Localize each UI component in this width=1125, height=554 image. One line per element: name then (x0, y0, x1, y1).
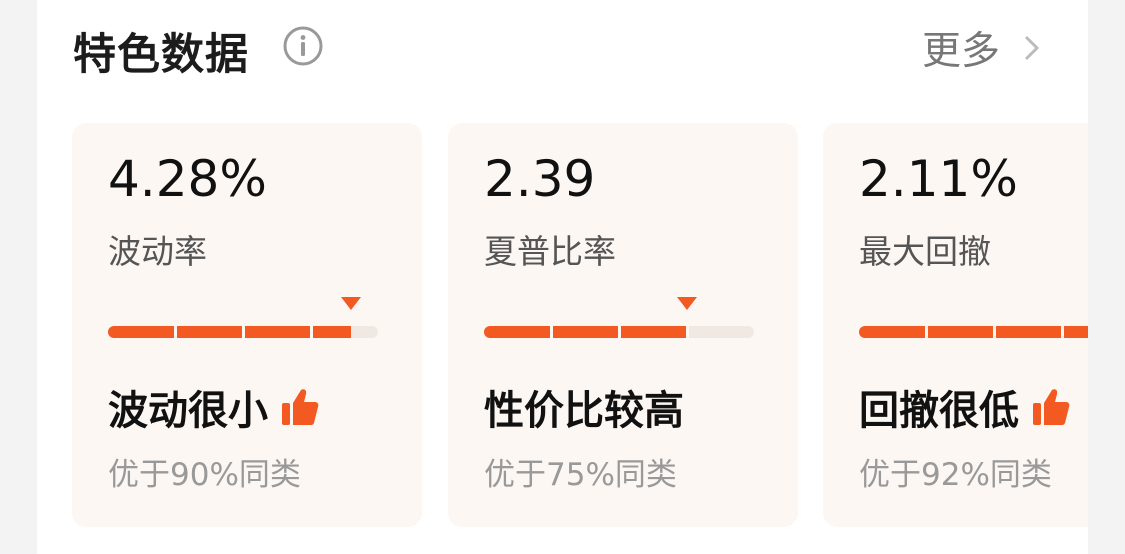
more-link[interactable]: 更多 (922, 20, 1042, 76)
verdict-text: 波动很小 (108, 388, 268, 434)
metric-label: 夏普比率 (484, 232, 616, 271)
peer-comparison: 优于75%同类 (484, 457, 677, 493)
peer-comparison: 优于90%同类 (108, 457, 301, 493)
percentile-marker-icon (341, 297, 361, 310)
percentile-bar-fill (484, 326, 687, 338)
percentile-bar (859, 326, 1088, 338)
more-label: 更多 (921, 29, 1000, 74)
metric-verdict: 波动很小 (108, 378, 320, 436)
metric-card-volatility[interactable]: 4.28% 波动率 波动很小 优于90%同类 (72, 123, 422, 527)
percentile-marker-icon (676, 297, 697, 310)
percentile-bar (108, 326, 378, 338)
feature-data-panel: 特色数据 更多 4.28% 波动率 波动很小 优于90%同类 2.39 夏普比率… (37, 0, 1088, 554)
metric-value: 2.11% (859, 150, 1018, 208)
thumbs-up-icon (1033, 389, 1070, 425)
info-icon[interactable] (282, 25, 324, 67)
metric-value: 2.39 (484, 150, 596, 208)
metric-label: 最大回撤 (859, 232, 991, 271)
percentile-bar-fill (108, 326, 351, 338)
percentile-bar-fill (859, 326, 1088, 338)
metric-card-sharpe[interactable]: 2.39 夏普比率 性价比较高 优于75%同类 (448, 123, 798, 527)
metric-label: 波动率 (108, 232, 207, 271)
verdict-text: 回撤很低 (859, 388, 1019, 434)
section-title: 特色数据 (73, 30, 249, 80)
peer-comparison: 优于92%同类 (859, 457, 1052, 493)
verdict-text: 性价比较高 (484, 388, 684, 434)
percentile-bar (484, 326, 754, 338)
metric-value: 4.28% (108, 150, 267, 208)
chevron-right-icon (1024, 35, 1040, 61)
metric-verdict: 回撤很低 (859, 378, 1071, 436)
metric-verdict: 性价比较高 (484, 378, 684, 436)
metric-card-max-drawdown[interactable]: 2.11% 最大回撤 回撤很低 优于92%同类 (823, 123, 1088, 527)
thumbs-up-icon (282, 389, 319, 425)
